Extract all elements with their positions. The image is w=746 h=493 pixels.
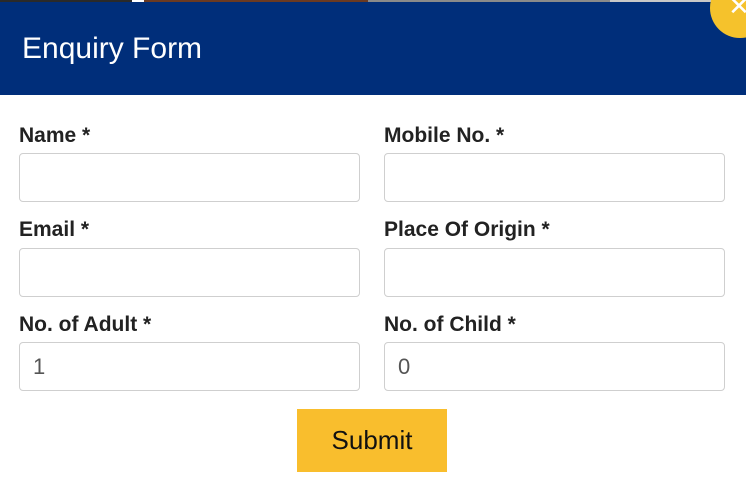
name-label: Name * [19,124,91,147]
close-icon: ✕ [728,0,746,22]
modal-header: Enquiry Form [0,0,746,95]
child-count-field[interactable] [384,342,725,391]
adult-label: No. of Adult * [19,313,152,336]
adult-count-field[interactable] [19,342,360,391]
email-field[interactable] [19,248,360,297]
child-label: No. of Child * [384,313,516,336]
submit-button[interactable]: Submit [297,409,447,472]
mobile-field[interactable] [384,153,725,202]
name-field[interactable] [19,153,360,202]
email-label: Email * [19,218,90,241]
form-title: Enquiry Form [22,32,203,65]
origin-label: Place Of Origin * [384,218,550,241]
origin-field[interactable] [384,248,725,297]
mobile-label: Mobile No. * [384,124,505,147]
background-page-strip [0,0,746,2]
